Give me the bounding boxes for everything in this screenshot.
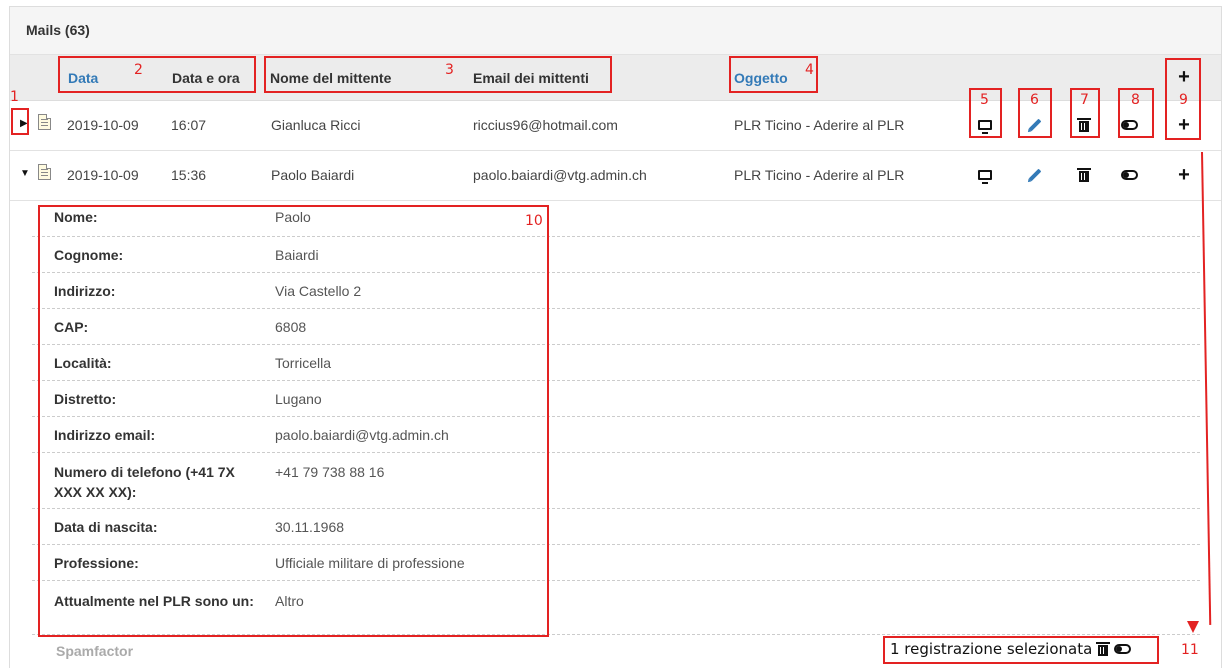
- row-sender-email: paolo.baiardi@vtg.admin.ch: [473, 167, 647, 183]
- row-time: 15:36: [171, 167, 207, 183]
- pencil-icon: [1028, 118, 1042, 132]
- detail-row: Nome: Paolo: [32, 201, 1200, 237]
- panel-title: Mails (63): [26, 22, 90, 38]
- detail-value: Torricella: [275, 355, 332, 371]
- detail-value: 6808: [275, 319, 307, 335]
- detail-label: Località:: [54, 355, 112, 371]
- trash-icon[interactable]: [1096, 641, 1111, 656]
- delete-button[interactable]: [1073, 165, 1095, 185]
- delete-button[interactable]: [1073, 115, 1095, 135]
- column-header-sender-email[interactable]: Email dei mittenti: [473, 70, 589, 86]
- file-icon: [38, 114, 51, 130]
- detail-label: Attualmente nel PLR sono un:: [54, 593, 254, 609]
- detail-label: CAP:: [54, 319, 89, 335]
- detail-row: Indirizzo email: paolo.baiardi@vtg.admin.…: [32, 417, 1200, 453]
- column-header-datetime[interactable]: Data e ora: [172, 70, 240, 86]
- trash-icon: [1077, 168, 1091, 182]
- detail-value: 30.11.1968: [275, 519, 345, 535]
- toggle-button[interactable]: [1118, 165, 1140, 185]
- toggle-icon: [1120, 120, 1138, 130]
- detail-label: Cognome:: [54, 247, 124, 263]
- detail-label: Nome:: [54, 209, 98, 225]
- row-subject: PLR Ticino - Aderire al PLR: [734, 167, 905, 183]
- detail-row: Indirizzo: Via Castello 2: [32, 273, 1200, 309]
- triangle-right-icon[interactable]: ▶: [20, 118, 28, 129]
- detail-row: Attualmente nel PLR sono un: Altro: [32, 581, 1200, 635]
- column-header-subject[interactable]: Oggetto: [734, 70, 788, 86]
- detail-value: paolo.baiardi@vtg.admin.ch: [275, 427, 449, 443]
- detail-value: Altro: [275, 593, 304, 609]
- detail-label: Data di nascita:: [54, 519, 158, 535]
- table-row[interactable]: ▶ 2019-10-09 16:07 Gianluca Ricci ricciu…: [10, 101, 1221, 151]
- add-column-button[interactable]: +: [1173, 67, 1195, 87]
- detail-row: Distretto: Lugano: [32, 381, 1200, 417]
- row-date: 2019-10-09: [67, 167, 139, 183]
- row-date: 2019-10-09: [67, 117, 139, 133]
- detail-label: Numero di telefono (+41 7X XXX XX XX):: [54, 464, 235, 500]
- detail-value: Paolo: [275, 209, 311, 225]
- detail-row: Località: Torricella: [32, 345, 1200, 381]
- table-row[interactable]: ▼ 2019-10-09 15:36 Paolo Baiardi paolo.b…: [10, 151, 1221, 201]
- detail-value: Ufficiale militare di professione: [275, 555, 465, 571]
- plus-icon: +: [1178, 114, 1190, 136]
- plus-icon: +: [1178, 66, 1190, 88]
- plus-icon: +: [1178, 164, 1190, 186]
- monitor-icon: [978, 170, 992, 184]
- toggle-button[interactable]: [1118, 115, 1140, 135]
- monitor-icon: [978, 120, 992, 134]
- row-sender-email: riccius96@hotmail.com: [473, 117, 618, 133]
- panel-header: Mails (63): [10, 7, 1221, 55]
- detail-value: Lugano: [275, 391, 322, 407]
- add-button[interactable]: +: [1173, 115, 1195, 135]
- detail-label: Indirizzo email:: [54, 427, 156, 443]
- add-button[interactable]: +: [1173, 165, 1195, 185]
- view-button[interactable]: [974, 115, 996, 135]
- detail-value: +41 79 738 88 16: [275, 464, 385, 480]
- detail-label: Professione:: [54, 555, 139, 571]
- toggle-icon: [1120, 170, 1138, 180]
- detail-row: Cognome: Baiardi: [32, 237, 1200, 273]
- triangle-down-icon[interactable]: ▼: [20, 168, 30, 179]
- annotation-arrowhead: [1187, 621, 1199, 633]
- toggle-icon[interactable]: [1114, 644, 1132, 654]
- detail-row: Data di nascita: 30.11.1968: [32, 509, 1200, 545]
- row-sender-name: Paolo Baiardi: [271, 167, 355, 183]
- row-time: 16:07: [171, 117, 207, 133]
- detail-label: Indirizzo:: [54, 283, 116, 299]
- column-header-sender-name[interactable]: Nome del mittente: [270, 70, 391, 86]
- row-subject: PLR Ticino - Aderire al PLR: [734, 117, 905, 133]
- pencil-icon: [1028, 168, 1042, 182]
- detail-value: Baiardi: [275, 247, 319, 263]
- detail-row: Numero di telefono (+41 7X XXX XX XX): +4…: [32, 453, 1200, 509]
- detail-label: Distretto:: [54, 391, 117, 407]
- view-button[interactable]: [974, 165, 996, 185]
- edit-button[interactable]: [1024, 165, 1046, 185]
- table-header: Data Data e ora Nome del mittente Email …: [10, 55, 1221, 101]
- edit-button[interactable]: [1024, 115, 1046, 135]
- detail-row: CAP: 6808: [32, 309, 1200, 345]
- trash-icon: [1077, 118, 1091, 132]
- detail-row: Professione: Ufficiale militare di profes…: [32, 545, 1200, 581]
- selection-text: 1 registrazione selezionata: [890, 640, 1093, 658]
- spamfactor-label: Spamfactor: [56, 643, 134, 659]
- detail-value: Via Castello 2: [275, 283, 362, 299]
- file-icon: [38, 164, 51, 180]
- selection-status: 1 registrazione selezionata: [890, 640, 1132, 658]
- row-sender-name: Gianluca Ricci: [271, 117, 361, 133]
- column-header-date[interactable]: Data: [68, 70, 98, 86]
